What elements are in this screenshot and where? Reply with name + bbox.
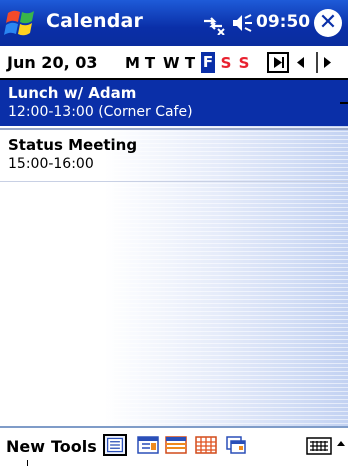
tools-menu[interactable]: Tools bbox=[51, 437, 97, 456]
weekday-saturday[interactable]: S bbox=[219, 53, 233, 73]
day-view-icon[interactable] bbox=[136, 434, 160, 456]
year-view-icon[interactable] bbox=[224, 434, 248, 456]
new-menu[interactable]: New bbox=[6, 437, 45, 456]
appointment-title: Status Meeting bbox=[8, 136, 138, 154]
connectivity-icon[interactable] bbox=[200, 11, 226, 35]
title-bar: Calendar 09:50 ✕ bbox=[0, 0, 348, 46]
keyboard-icon[interactable] bbox=[306, 436, 332, 456]
appointment-title: Lunch w/ Adam bbox=[8, 84, 137, 102]
text-cursor bbox=[27, 460, 28, 466]
weekday-monday[interactable]: M bbox=[125, 53, 140, 73]
input-panel-arrow-icon[interactable] bbox=[336, 436, 346, 456]
windows-flag-icon[interactable] bbox=[4, 6, 40, 40]
agenda-view-icon[interactable] bbox=[103, 434, 127, 456]
appointment-item[interactable]: Status Meeting 15:00-16:00 bbox=[0, 132, 348, 178]
divider bbox=[0, 181, 348, 182]
previous-icon[interactable] bbox=[290, 52, 312, 73]
divider bbox=[0, 128, 348, 130]
agenda-list: Lunch w/ Adam 12:00-13:00 (Corner Cafe) … bbox=[0, 80, 348, 426]
appointment-time: 12:00-13:00 (Corner Cafe) bbox=[8, 104, 193, 120]
close-icon: ✕ bbox=[318, 10, 338, 35]
command-bar: New Tools bbox=[0, 426, 348, 466]
month-view-icon[interactable] bbox=[194, 434, 218, 456]
appointment-item[interactable]: Lunch w/ Adam 12:00-13:00 (Corner Cafe) bbox=[0, 80, 348, 126]
weekday-thursday[interactable]: T bbox=[183, 53, 197, 73]
week-view-icon[interactable] bbox=[164, 434, 188, 456]
app-title: Calendar bbox=[46, 10, 144, 32]
weekday-friday-selected[interactable]: F bbox=[201, 52, 215, 73]
close-button[interactable]: ✕ bbox=[314, 9, 342, 37]
weekday-sunday[interactable]: S bbox=[237, 53, 251, 73]
date-bar: Jun 20, 03 M T W T F S S bbox=[0, 46, 348, 80]
appointment-time: 15:00-16:00 bbox=[8, 156, 94, 172]
goto-today-icon[interactable] bbox=[267, 52, 289, 73]
current-date[interactable]: Jun 20, 03 bbox=[7, 53, 97, 72]
volume-icon[interactable] bbox=[231, 12, 253, 34]
weekday-tuesday[interactable]: T bbox=[143, 53, 157, 73]
weekday-wednesday[interactable]: W bbox=[163, 53, 180, 73]
clock[interactable]: 09:50 bbox=[256, 12, 310, 32]
next-icon[interactable] bbox=[315, 52, 337, 73]
scroll-marker bbox=[340, 102, 348, 104]
